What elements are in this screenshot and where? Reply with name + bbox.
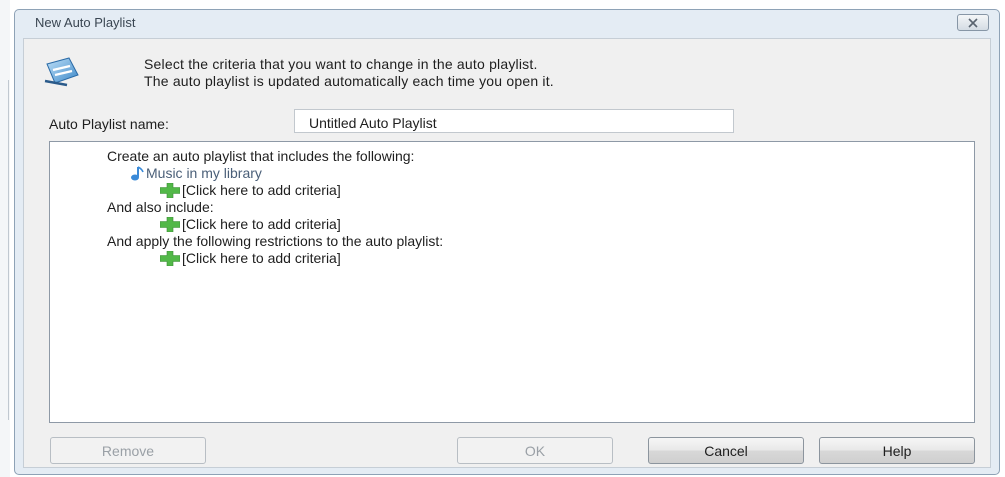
criteria-tree[interactable]: Create an auto playlist that includes th…	[49, 141, 975, 423]
dialog-body: Select the criteria that you want to cha…	[23, 38, 991, 468]
background-window-edge	[0, 0, 10, 477]
new-auto-playlist-dialog: New Auto Playlist Select the criteria th…	[14, 9, 1000, 475]
remove-button[interactable]: Remove	[50, 437, 206, 464]
add-criteria-link-1[interactable]: [Click here to add criteria]	[160, 182, 341, 198]
close-button[interactable]	[957, 14, 989, 31]
source-label: Music in my library	[146, 165, 262, 181]
title-bar[interactable]: New Auto Playlist	[15, 10, 999, 36]
dialog-title: New Auto Playlist	[35, 15, 136, 30]
add-plus-icon	[160, 216, 180, 232]
ok-button[interactable]: OK	[457, 437, 613, 464]
add-criteria-link-3[interactable]: [Click here to add criteria]	[160, 250, 341, 266]
help-button[interactable]: Help	[819, 437, 975, 464]
criteria-intro: Create an auto playlist that includes th…	[107, 148, 415, 164]
instruction-line-2: The auto playlist is updated automatical…	[144, 73, 554, 89]
restrictions-heading: And apply the following restrictions to …	[107, 233, 444, 249]
playlist-name-input[interactable]	[294, 109, 734, 133]
add-criteria-label-1: [Click here to add criteria]	[182, 182, 341, 198]
also-include-heading: And also include:	[107, 199, 214, 215]
source-music-library[interactable]: Music in my library	[130, 165, 262, 181]
add-criteria-label-2: [Click here to add criteria]	[182, 216, 341, 232]
playlist-name-label: Auto Playlist name:	[49, 116, 169, 132]
playlist-edit-icon	[44, 57, 79, 87]
instruction-line-1: Select the criteria that you want to cha…	[144, 56, 538, 72]
music-note-icon	[131, 165, 144, 180]
add-plus-icon	[160, 182, 180, 198]
add-plus-icon	[160, 250, 180, 266]
close-icon	[968, 17, 978, 28]
add-criteria-label-3: [Click here to add criteria]	[182, 250, 341, 266]
cancel-button[interactable]: Cancel	[648, 437, 804, 464]
add-criteria-link-2[interactable]: [Click here to add criteria]	[160, 216, 341, 232]
